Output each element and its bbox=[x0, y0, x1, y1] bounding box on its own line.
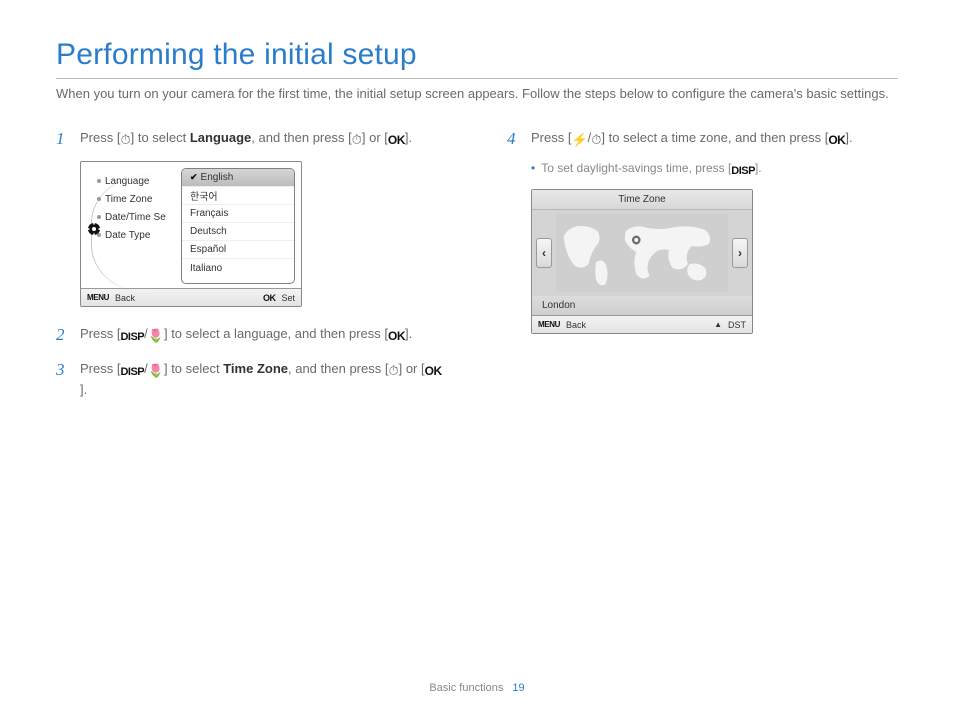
disp-icon: DISP bbox=[731, 165, 755, 177]
world-map bbox=[556, 214, 728, 292]
language-dropdown: ✔English 한국어 Français Deutsch Español It… bbox=[181, 168, 295, 284]
language-menu-figure: Language Time Zone Date/Time Se Date Typ… bbox=[80, 161, 302, 307]
footer-page-number: 19 bbox=[512, 682, 524, 694]
language-option-deutsch: Deutsch bbox=[182, 223, 294, 241]
menu-item-datetype: Date Type bbox=[107, 226, 181, 244]
disp-icon: DISP bbox=[120, 330, 144, 346]
timer-icon: ⏱ bbox=[352, 131, 362, 150]
timezone-next-arrow: › bbox=[732, 238, 748, 268]
footer-back-label: Back bbox=[566, 320, 586, 330]
footer-section: Basic functions bbox=[429, 682, 503, 694]
left-column: 1 Press [⏱] to select Language, and then… bbox=[56, 127, 447, 410]
timezone-footer: MENU Back ▲ DST bbox=[532, 315, 752, 333]
step-number: 4 bbox=[507, 127, 521, 152]
check-icon: ✔ bbox=[190, 172, 198, 183]
right-column: 4 Press [⚡/⏱] to select a time zone, and… bbox=[507, 127, 898, 410]
page-title: Performing the initial setup bbox=[56, 38, 898, 72]
footer-dst-label: DST bbox=[728, 320, 746, 330]
macro-icon: 🌷 bbox=[148, 327, 164, 346]
step-4: 4 Press [⚡/⏱] to select a time zone, and… bbox=[507, 127, 898, 152]
step-1-text: Press [⏱] to select Language, and then p… bbox=[80, 127, 412, 152]
ok-icon: OK bbox=[828, 132, 845, 149]
page-footer: Basic functions 19 bbox=[0, 682, 954, 694]
menu-icon: MENU bbox=[538, 320, 560, 329]
step-2: 2 Press [DISP/🌷] to select a language, a… bbox=[56, 323, 447, 348]
step-3-text: Press [DISP/🌷] to select Time Zone, and … bbox=[80, 358, 447, 400]
ok-icon: OK bbox=[263, 293, 276, 303]
timezone-city: London bbox=[532, 296, 752, 315]
timezone-title: Time Zone bbox=[532, 190, 752, 210]
step-number: 1 bbox=[56, 127, 70, 152]
menu-item-timezone: Time Zone bbox=[107, 190, 181, 208]
timer-icon: ⏱ bbox=[591, 131, 601, 150]
language-option-francais: Français bbox=[182, 205, 294, 223]
title-rule bbox=[56, 78, 898, 79]
step-3: 3 Press [DISP/🌷] to select Time Zone, an… bbox=[56, 358, 447, 400]
flash-icon: ⚡ bbox=[571, 131, 587, 150]
step-number: 2 bbox=[56, 323, 70, 348]
menu-item-datetime: Date/Time Se bbox=[107, 208, 181, 226]
language-figure-footer: MENU Back OK Set bbox=[81, 288, 301, 306]
footer-back-label: Back bbox=[115, 293, 135, 303]
step-number: 3 bbox=[56, 358, 70, 400]
intro-text: When you turn on your camera for the fir… bbox=[56, 85, 898, 103]
language-option-italiano: Italiano bbox=[182, 259, 294, 277]
step-4-sub: •To set daylight-savings time, press [DI… bbox=[531, 161, 898, 177]
language-option-english: ✔English bbox=[182, 169, 294, 187]
ok-icon: OK bbox=[388, 132, 405, 149]
up-icon: ▲ bbox=[714, 320, 722, 329]
step-1: 1 Press [⏱] to select Language, and then… bbox=[56, 127, 447, 152]
step-4-text: Press [⚡/⏱] to select a time zone, and t… bbox=[531, 127, 853, 152]
timezone-figure: Time Zone ‹ bbox=[531, 189, 753, 334]
step-2-text: Press [DISP/🌷] to select a language, and… bbox=[80, 323, 412, 348]
timer-icon: ⏱ bbox=[388, 362, 398, 381]
menu-icon: MENU bbox=[87, 293, 109, 302]
timer-icon: ⏱ bbox=[120, 131, 130, 150]
menu-item-language: Language bbox=[107, 172, 181, 190]
bullet-dot: • bbox=[531, 161, 535, 175]
footer-set-label: Set bbox=[281, 293, 295, 303]
timezone-prev-arrow: ‹ bbox=[536, 238, 552, 268]
macro-icon: 🌷 bbox=[148, 362, 164, 381]
ok-icon: OK bbox=[388, 328, 405, 345]
disp-icon: DISP bbox=[120, 365, 144, 381]
language-option-espanol: Español bbox=[182, 241, 294, 259]
language-option-korean: 한국어 bbox=[182, 187, 294, 205]
ok-icon: OK bbox=[425, 363, 442, 380]
